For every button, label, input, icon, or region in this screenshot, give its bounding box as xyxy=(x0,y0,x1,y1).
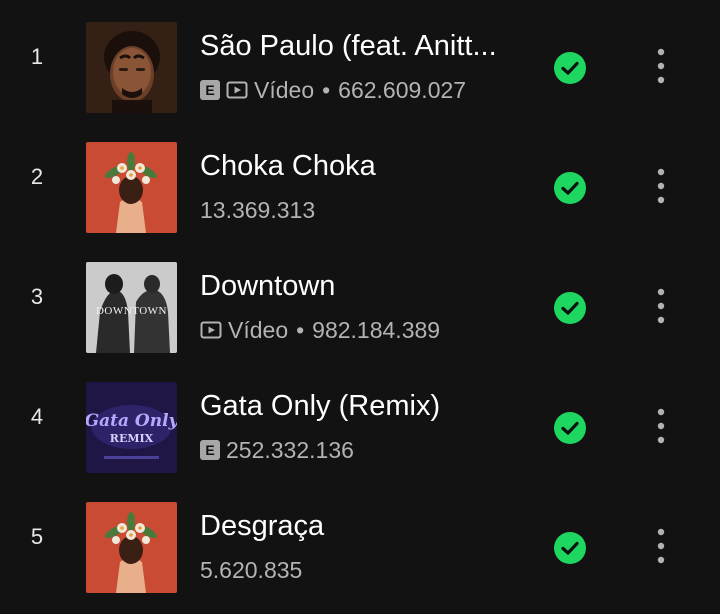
video-label: Vídeo xyxy=(254,76,315,103)
track-rank: 3 xyxy=(30,284,44,309)
more-options-icon[interactable] xyxy=(648,524,674,568)
saved-check-icon[interactable] xyxy=(554,532,586,564)
saved-check-icon[interactable] xyxy=(554,52,586,84)
portrait-man-art xyxy=(86,22,177,113)
album-art xyxy=(86,142,177,233)
album-art: DOWNTOWN xyxy=(86,262,177,353)
play-count: 5.620.835 xyxy=(200,556,303,583)
album-art xyxy=(86,22,177,113)
track-rank: 4 xyxy=(30,404,44,429)
track-title: Downtown xyxy=(200,270,336,302)
track-list: 1 São Paulo (feat. Anitt... E Vídeo • 66… xyxy=(0,0,720,614)
cover-art-text: Gata Only xyxy=(86,411,177,431)
track-meta: Vídeo • 982.184.389 xyxy=(200,315,440,345)
track-rank: 2 xyxy=(30,164,44,189)
track-meta: 13.369.313 xyxy=(200,195,315,225)
saved-check-icon[interactable] xyxy=(554,292,586,324)
track-rank: 1 xyxy=(30,44,44,69)
album-art xyxy=(86,502,177,593)
saved-check-icon[interactable] xyxy=(554,412,586,444)
red-floral-cover-art xyxy=(86,142,177,233)
more-options-icon[interactable] xyxy=(648,404,674,448)
track-row[interactable]: 2 Choka Choka 13.369.313 xyxy=(0,120,720,240)
track-meta: E Vídeo • 662.609.027 xyxy=(200,75,466,105)
cover-art-subtext: REMIX xyxy=(110,432,154,445)
track-title: Gata Only (Remix) xyxy=(200,390,441,422)
track-title: Desgraça xyxy=(200,510,325,542)
track-meta: 5.620.835 xyxy=(200,555,302,585)
video-label: Vídeo xyxy=(228,316,289,343)
downtown-bw-cover-art: DOWNTOWN xyxy=(86,262,177,353)
video-icon xyxy=(200,321,222,339)
cover-art-text: DOWNTOWN xyxy=(96,305,167,317)
gata-only-purple-cover-art: Gata Only REMIX xyxy=(86,382,177,473)
track-row[interactable]: 5 Desgraça 5.620.835 xyxy=(0,480,720,600)
more-options-icon[interactable] xyxy=(648,44,674,88)
play-count: 982.184.389 xyxy=(312,316,441,343)
more-options-icon[interactable] xyxy=(648,284,674,328)
meta-separator: • xyxy=(296,316,305,343)
play-count: 252.332.136 xyxy=(226,436,354,463)
play-count: 13.369.313 xyxy=(200,196,316,223)
album-art: Gata Only REMIX xyxy=(86,382,177,473)
video-icon xyxy=(226,81,248,99)
meta-separator: • xyxy=(322,76,331,103)
track-title: Choka Choka xyxy=(200,150,376,182)
red-floral-cover-art xyxy=(86,502,177,593)
track-title: São Paulo (feat. Anitt... xyxy=(200,30,497,62)
saved-check-icon[interactable] xyxy=(554,172,586,204)
track-row[interactable]: 1 São Paulo (feat. Anitt... E Vídeo • 66… xyxy=(0,0,720,120)
explicit-badge: E xyxy=(200,80,220,100)
track-rank: 5 xyxy=(30,524,44,549)
play-count: 662.609.027 xyxy=(338,76,467,103)
explicit-badge: E xyxy=(200,440,220,460)
track-row[interactable]: 3 DOWNTOWN Downtown Vídeo • 982.184.389 xyxy=(0,240,720,360)
track-meta: E 252.332.136 xyxy=(200,435,354,465)
track-row[interactable]: 4 Gata Only REMIX Gata Only (Remix) E 25… xyxy=(0,360,720,480)
more-options-icon[interactable] xyxy=(648,164,674,208)
